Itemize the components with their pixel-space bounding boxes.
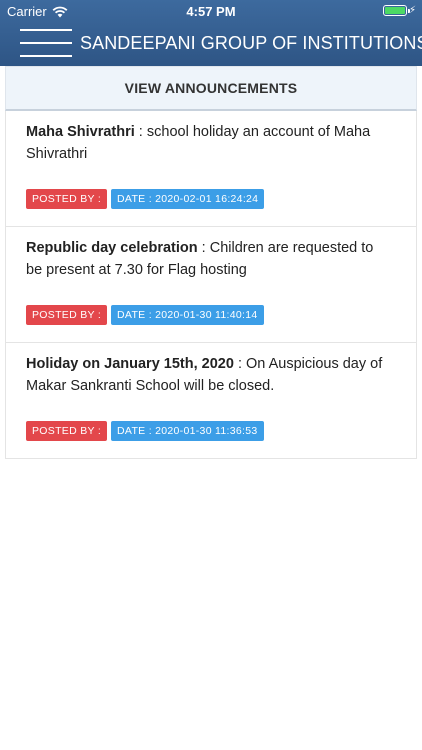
posted-by-badge: POSTED BY : [26, 305, 108, 325]
hamburger-menu-icon[interactable] [20, 28, 72, 58]
posted-by-badge: POSTED BY : [26, 189, 108, 209]
status-bar: Carrier 4:57 PM ⚡ [0, 0, 422, 22]
announcement-separator: : [233, 356, 247, 372]
announcement-card[interactable]: Republic day celebration : Children are … [5, 227, 417, 343]
announcement-text: Maha Shivrathri : school holiday an acco… [26, 121, 386, 165]
battery-status: ⚡ [382, 5, 416, 16]
app-title: SANDEEPANI GROUP OF INSTITUTIONS [80, 33, 422, 53]
announcement-badges: POSTED BY : DATE : 2020-01-30 11:40:14 [26, 305, 264, 325]
announcement-badges: POSTED BY : DATE : 2020-02-01 16:24:24 [26, 189, 265, 209]
announcement-separator: : [134, 124, 147, 140]
announcement-text: Holiday on January 15th, 2020 : On Auspi… [26, 353, 386, 397]
date-badge: DATE : 2020-01-30 11:40:14 [111, 305, 264, 325]
app-header: Carrier 4:57 PM ⚡ SANDEEPANI GROUP OF IN… [0, 0, 422, 66]
date-badge: DATE : 2020-01-30 11:36:53 [111, 421, 264, 441]
announcement-card[interactable]: Maha Shivrathri : school holiday an acco… [5, 111, 417, 227]
announcement-separator: : [197, 240, 210, 256]
charging-bolt-icon: ⚡ [408, 5, 416, 16]
date-badge: DATE : 2020-02-01 16:24:24 [111, 189, 265, 209]
announcement-title: Republic day celebration [26, 240, 198, 256]
announcement-text: Republic day celebration : Children are … [26, 237, 386, 281]
announcement-title: Holiday on January 15th, 2020 [26, 356, 234, 372]
announcements-panel: VIEW ANNOUNCEMENTS Maha Shivrathri : sch… [5, 66, 417, 459]
section-title: VIEW ANNOUNCEMENTS [5, 66, 417, 111]
announcement-card[interactable]: Holiday on January 15th, 2020 : On Auspi… [5, 343, 417, 459]
posted-by-badge: POSTED BY : [26, 421, 108, 441]
announcement-title: Maha Shivrathri [26, 124, 135, 140]
announcement-badges: POSTED BY : DATE : 2020-01-30 11:36:53 [26, 421, 264, 441]
status-time: 4:57 PM [186, 4, 236, 19]
battery-full-icon [382, 5, 410, 16]
